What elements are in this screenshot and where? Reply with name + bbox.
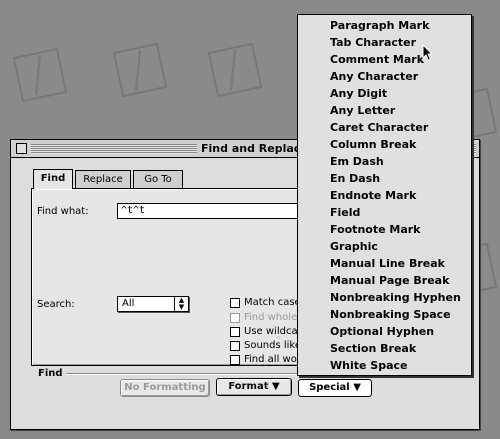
menu-item-tab-character[interactable]: Tab Character [330,36,416,52]
menu-item-footnote-mark[interactable]: Footnote Mark [330,223,421,239]
tab-go-to[interactable]: Go To [133,170,183,188]
search-label: Search: [37,299,75,310]
checkbox-box[interactable] [230,340,240,351]
chevron-down-icon: ▼ [353,382,361,393]
find-what-label: Find what: [37,206,89,217]
no-formatting-button[interactable]: No Formatting [120,379,210,397]
match-case-label: Match case [244,297,301,308]
sounds-like-label: Sounds like [244,340,302,351]
menu-item-any-character[interactable]: Any Character [330,70,418,86]
menu-item-paragraph-mark[interactable]: Paragraph Mark [330,19,429,35]
menu-item-comment-mark[interactable]: Comment Mark [330,53,424,69]
find-whole-checkbox[interactable]: Find whole [230,312,297,324]
format-button[interactable]: Format ▼ [216,378,292,396]
popup-arrows-icon: ▲ ▼ [174,297,188,311]
search-popup-value: All [122,298,135,309]
window-title: Find and Replace [197,142,312,155]
menu-item-optional-hyphen[interactable]: Optional Hyphen [330,325,434,341]
special-button[interactable]: Special ▼ [298,379,372,397]
checkbox-box[interactable] [230,326,240,337]
finder-face-icon [112,42,168,98]
menu-item-field[interactable]: Field [330,206,360,222]
menu-item-endnote-mark[interactable]: Endnote Mark [330,189,416,205]
use-wildcards-checkbox[interactable]: Use wildcar [230,326,302,338]
find-section-label: Find [38,368,63,379]
tab-find[interactable]: Find [33,169,73,189]
menu-item-any-letter[interactable]: Any Letter [330,104,395,120]
find-whole-label: Find whole [244,312,298,323]
menu-item-graphic[interactable]: Graphic [330,240,378,256]
use-wildcards-label: Use wildcar [244,326,302,337]
menu-item-en-dash[interactable]: En Dash [330,172,380,188]
menu-item-caret-character[interactable]: Caret Character [330,121,428,137]
match-case-checkbox[interactable]: Match case [230,297,301,309]
menu-item-section-break[interactable]: Section Break [330,342,416,358]
find-all-word-forms-label: Find all wor [244,354,301,365]
special-menu: Paragraph Mark Tab Character Comment Mar… [297,14,472,376]
format-button-label: Format [228,381,269,392]
search-popup[interactable]: All ▲ ▼ [117,296,189,312]
menu-item-any-digit[interactable]: Any Digit [330,87,387,103]
menu-item-em-dash[interactable]: Em Dash [330,155,384,171]
chevron-down-icon: ▼ [271,381,280,392]
checkbox-box[interactable] [230,297,240,308]
menu-item-nonbreaking-hyphen[interactable]: Nonbreaking Hyphen [330,291,461,307]
sounds-like-checkbox[interactable]: Sounds like [230,340,301,352]
find-what-input[interactable]: ^t^t [117,203,312,219]
tab-replace[interactable]: Replace [75,170,131,188]
close-box-button[interactable] [16,143,27,154]
checkbox-box[interactable] [230,354,240,365]
menu-item-manual-line-break[interactable]: Manual Line Break [330,257,445,273]
menu-item-white-space[interactable]: White Space [330,359,407,375]
menu-item-column-break[interactable]: Column Break [330,138,416,154]
special-button-label: Special [309,382,350,393]
finder-face-icon [207,42,263,98]
menu-item-manual-page-break[interactable]: Manual Page Break [330,274,449,290]
find-all-word-forms-checkbox[interactable]: Find all wor [230,354,301,366]
menu-item-nonbreaking-space[interactable]: Nonbreaking Space [330,308,451,324]
mouse-pointer-icon [422,44,434,62]
checkbox-box[interactable] [230,312,240,323]
finder-face-icon [12,47,68,103]
